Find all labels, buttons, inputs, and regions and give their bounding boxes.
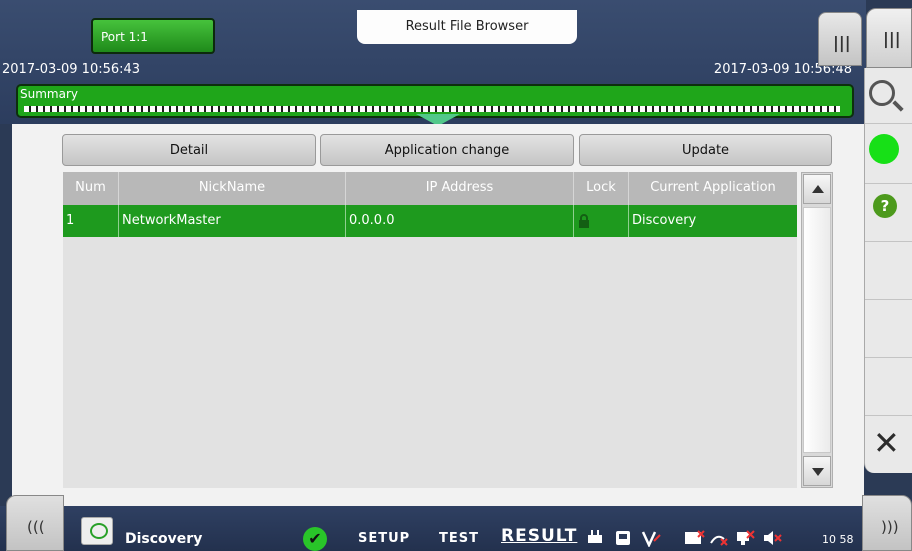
cell-num: 1 bbox=[63, 205, 119, 237]
menu-bars-icon: ||| bbox=[883, 29, 901, 48]
summary-progress-bar bbox=[24, 106, 840, 112]
terminal-alarm-icon bbox=[685, 530, 705, 544]
help-icon: ? bbox=[873, 194, 897, 218]
column-header-lock[interactable]: Lock bbox=[574, 172, 629, 205]
device-table: Num NickName IP Address Lock Current App… bbox=[63, 172, 797, 488]
summary-label: Summary bbox=[20, 87, 78, 101]
search-icon-handle bbox=[892, 100, 904, 112]
update-button[interactable]: Update bbox=[579, 134, 832, 166]
application-name: Discovery bbox=[125, 531, 203, 547]
table-scrollbar[interactable] bbox=[801, 172, 833, 488]
scroll-down-button[interactable] bbox=[803, 456, 831, 486]
menu-tab-2[interactable]: ||| bbox=[866, 8, 912, 68]
nav-setup[interactable]: SETUP bbox=[358, 531, 410, 546]
header-bar: Port 1:1 Result File Browser 2017-03-09 … bbox=[0, 0, 866, 124]
chevrons-right-icon: ))) bbox=[881, 518, 899, 536]
menu-bars-icon: ||| bbox=[833, 33, 851, 52]
speaker-muted-icon bbox=[764, 531, 782, 545]
detail-button[interactable]: Detail bbox=[62, 134, 316, 166]
chevrons-left-icon: ((( bbox=[27, 518, 45, 536]
column-header-current-application[interactable]: Current Application bbox=[629, 172, 797, 205]
side-empty-slot bbox=[865, 358, 912, 416]
table-row[interactable]: 1 NetworkMaster 0.0.0.0 Discovery bbox=[63, 205, 797, 237]
side-empty-slot bbox=[865, 242, 912, 300]
search-icon bbox=[869, 80, 895, 106]
close-button[interactable]: ✕ bbox=[865, 416, 912, 472]
voltage-alarm-icon bbox=[641, 531, 661, 547]
cell-ip-address: 0.0.0.0 bbox=[346, 205, 574, 237]
close-icon: ✕ bbox=[873, 424, 900, 462]
summary-panel[interactable]: Summary bbox=[16, 84, 854, 118]
side-panel: ? ✕ bbox=[864, 68, 912, 473]
cell-nickname: NetworkMaster bbox=[119, 205, 346, 237]
network-alarm-icon bbox=[737, 530, 755, 545]
nav-result[interactable]: RESULT bbox=[501, 526, 577, 546]
discovery-app-icon[interactable] bbox=[81, 517, 113, 545]
previous-screen-button[interactable]: ((( bbox=[6, 495, 64, 551]
status-indicator-button[interactable] bbox=[865, 124, 912, 184]
table-header: Num NickName IP Address Lock Current App… bbox=[63, 172, 797, 205]
clock: 10 58 bbox=[822, 533, 854, 546]
start-timestamp: 2017-03-09 10:56:43 bbox=[2, 62, 141, 77]
status-indicator-icon bbox=[869, 134, 899, 164]
next-screen-button[interactable]: ))) bbox=[862, 495, 912, 551]
cell-lock bbox=[574, 205, 629, 237]
scrollbar-thumb[interactable] bbox=[803, 207, 831, 453]
side-empty-slot bbox=[865, 300, 912, 358]
search-button[interactable] bbox=[865, 68, 912, 124]
port-button[interactable]: Port 1:1 bbox=[91, 18, 215, 54]
column-header-ip-address[interactable]: IP Address bbox=[346, 172, 574, 205]
help-button[interactable]: ? bbox=[865, 184, 912, 242]
application-change-button[interactable]: Application change bbox=[320, 134, 574, 166]
scroll-up-button[interactable] bbox=[803, 174, 831, 204]
lock-icon bbox=[579, 214, 589, 228]
status-ok-icon: ✔ bbox=[303, 527, 327, 551]
main-content: Detail Application change Update Num Nic… bbox=[12, 124, 864, 506]
menu-tab-1[interactable]: ||| bbox=[818, 12, 862, 66]
column-header-num[interactable]: Num bbox=[63, 172, 119, 205]
sd-card-icon bbox=[616, 531, 630, 545]
arrow-down-icon bbox=[812, 468, 824, 476]
arrow-up-icon bbox=[812, 185, 824, 193]
nav-test[interactable]: TEST bbox=[439, 531, 479, 546]
column-header-nickname[interactable]: NickName bbox=[119, 172, 346, 205]
power-plug-icon bbox=[588, 530, 602, 543]
cell-current-application: Discovery bbox=[632, 213, 697, 228]
port-label: Port 1:1 bbox=[101, 30, 148, 44]
window-title: Result File Browser bbox=[357, 10, 577, 44]
satellite-alarm-icon bbox=[710, 535, 728, 546]
